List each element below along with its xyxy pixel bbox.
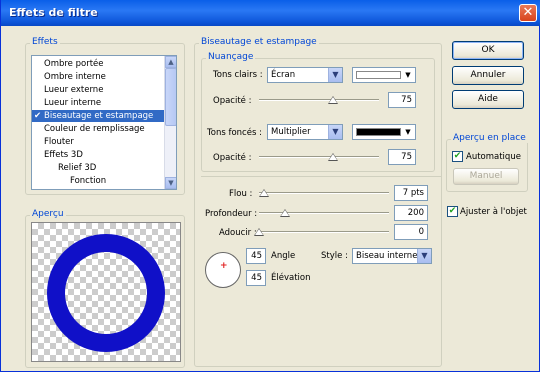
item-label: Biseautage et estampage xyxy=(44,111,154,121)
shadows-mode-value: Multiplier xyxy=(271,127,311,137)
highlights-label: Tons clairs : xyxy=(213,70,263,80)
item-label: Lueur externe xyxy=(44,85,104,95)
depth-slider[interactable] xyxy=(259,212,389,214)
shadows-opacity-thumb[interactable] xyxy=(328,153,339,161)
chevron-down-icon: ▼ xyxy=(328,68,342,82)
fit-object-label: Ajuster à l'objet xyxy=(460,207,527,217)
divider xyxy=(201,176,441,177)
elevation-input[interactable]: 45 xyxy=(246,270,266,286)
automatic-label: Automatique xyxy=(466,152,521,162)
scroll-down-icon[interactable]: ▼ xyxy=(165,177,176,189)
scroll-up-icon[interactable]: ▲ xyxy=(165,56,176,68)
highlights-mode-select[interactable]: Écran ▼ xyxy=(267,67,343,83)
effects-list-item[interactable]: Fonction xyxy=(32,175,164,187)
effects-list-item[interactable]: ✔ Biseautage et estampage xyxy=(32,110,164,122)
soften-input[interactable]: 0 xyxy=(394,224,428,240)
style-select[interactable]: Biseau interne ▼ xyxy=(352,248,432,264)
item-label: Flouter xyxy=(44,137,74,147)
item-label: Ombre interne xyxy=(44,72,106,82)
soften-label: Adoucir : xyxy=(219,228,257,238)
angle-label: Angle xyxy=(271,251,296,261)
help-button[interactable]: Aide xyxy=(452,90,524,109)
filter-effects-dialog: Effets de filtre ✕ Effets ▲ ▼ Ombre port… xyxy=(0,0,540,372)
item-label: Lueur interne xyxy=(44,98,102,108)
title-bar[interactable]: Effets de filtre ✕ xyxy=(1,0,540,26)
effects-list-item[interactable]: Effets 3D xyxy=(32,149,164,161)
item-check-icon: ✔ xyxy=(34,111,42,121)
shadows-label: Tons foncés : xyxy=(207,128,262,138)
blur-thumb[interactable] xyxy=(259,189,270,197)
angle-dial[interactable]: + xyxy=(205,252,241,288)
shadows-color-swatch xyxy=(356,128,401,136)
preview-group-label: Aperçu xyxy=(30,209,66,219)
chevron-down-icon: ▼ xyxy=(417,249,431,263)
fit-object-checkbox[interactable]: ✔ xyxy=(447,206,458,217)
cancel-button[interactable]: Annuler xyxy=(452,66,524,85)
live-preview-group-label: Aperçu en place xyxy=(451,133,528,143)
bevel-group-label: Biseautage et estampage xyxy=(199,37,319,47)
blur-slider[interactable] xyxy=(259,192,389,194)
style-label: Style : xyxy=(321,251,348,261)
chevron-down-icon: ▼ xyxy=(328,125,342,139)
shadows-mode-select[interactable]: Multiplier ▼ xyxy=(267,124,343,140)
highlights-opacity-label: Opacité : xyxy=(213,96,252,106)
scroll-thumb[interactable] xyxy=(165,68,176,126)
highlights-opacity-thumb[interactable] xyxy=(328,96,339,104)
style-value: Biseau interne xyxy=(356,251,418,261)
effects-list[interactable]: ▲ ▼ Ombre portée Ombre interne Lueur exter… xyxy=(31,55,177,190)
blur-label: Flou : xyxy=(229,189,253,199)
depth-input[interactable]: 200 xyxy=(394,205,428,221)
effects-list-item[interactable]: Lueur interne xyxy=(32,97,164,109)
shadows-opacity-label: Opacité : xyxy=(213,153,252,163)
automatic-checkbox[interactable]: ✔ xyxy=(452,151,463,162)
item-label: Couleur de remplissage xyxy=(44,124,145,134)
shadows-opacity-input[interactable]: 75 xyxy=(388,149,416,165)
preview-canvas xyxy=(31,222,181,362)
highlights-color-picker[interactable]: ▼ xyxy=(352,67,416,83)
effects-list-item[interactable]: Ombre interne xyxy=(32,71,164,83)
preview-ring-icon xyxy=(47,234,165,352)
soften-slider[interactable] xyxy=(259,231,389,233)
highlights-opacity-slider[interactable] xyxy=(259,99,379,101)
item-label: Effets 3D xyxy=(44,150,83,160)
dialog-title: Effets de filtre xyxy=(9,6,98,19)
effects-list-item[interactable]: Ombre portée xyxy=(32,58,164,70)
elevation-label: Élévation xyxy=(271,273,311,283)
soften-thumb[interactable] xyxy=(254,228,264,236)
shadows-opacity-slider[interactable] xyxy=(259,156,379,158)
highlights-mode-value: Écran xyxy=(271,70,296,80)
close-button[interactable]: ✕ xyxy=(519,4,537,22)
effects-group-label: Effets xyxy=(30,37,60,47)
angle-marker-icon: + xyxy=(220,261,228,271)
effects-list-item[interactable]: Couleur de remplissage xyxy=(32,123,164,135)
highlights-opacity-input[interactable]: 75 xyxy=(388,92,416,108)
item-label: Relief 3D xyxy=(58,163,97,173)
effects-list-item[interactable]: Lueur externe xyxy=(32,84,164,96)
item-label: Ombre portée xyxy=(44,59,104,69)
blur-input[interactable]: 7 pts xyxy=(394,185,428,201)
effects-list-item[interactable]: Relief 3D xyxy=(32,162,164,174)
shadows-color-picker[interactable]: ▼ xyxy=(352,124,416,140)
depth-thumb[interactable] xyxy=(280,209,290,217)
item-label: Fonction xyxy=(70,176,107,186)
manual-button[interactable]: Manuel xyxy=(453,168,519,185)
ok-button[interactable]: OK xyxy=(452,41,524,60)
angle-input[interactable]: 45 xyxy=(246,248,266,264)
depth-label: Profondeur : xyxy=(205,209,258,219)
effects-list-item[interactable]: Flouter xyxy=(32,136,164,148)
dropdown-arrow-icon: ▼ xyxy=(405,71,411,79)
shading-group-label: Nuançage xyxy=(206,52,256,62)
effects-list-scrollbar[interactable]: ▲ ▼ xyxy=(164,56,176,189)
dropdown-arrow-icon: ▼ xyxy=(405,128,411,136)
highlights-color-swatch xyxy=(356,71,401,79)
